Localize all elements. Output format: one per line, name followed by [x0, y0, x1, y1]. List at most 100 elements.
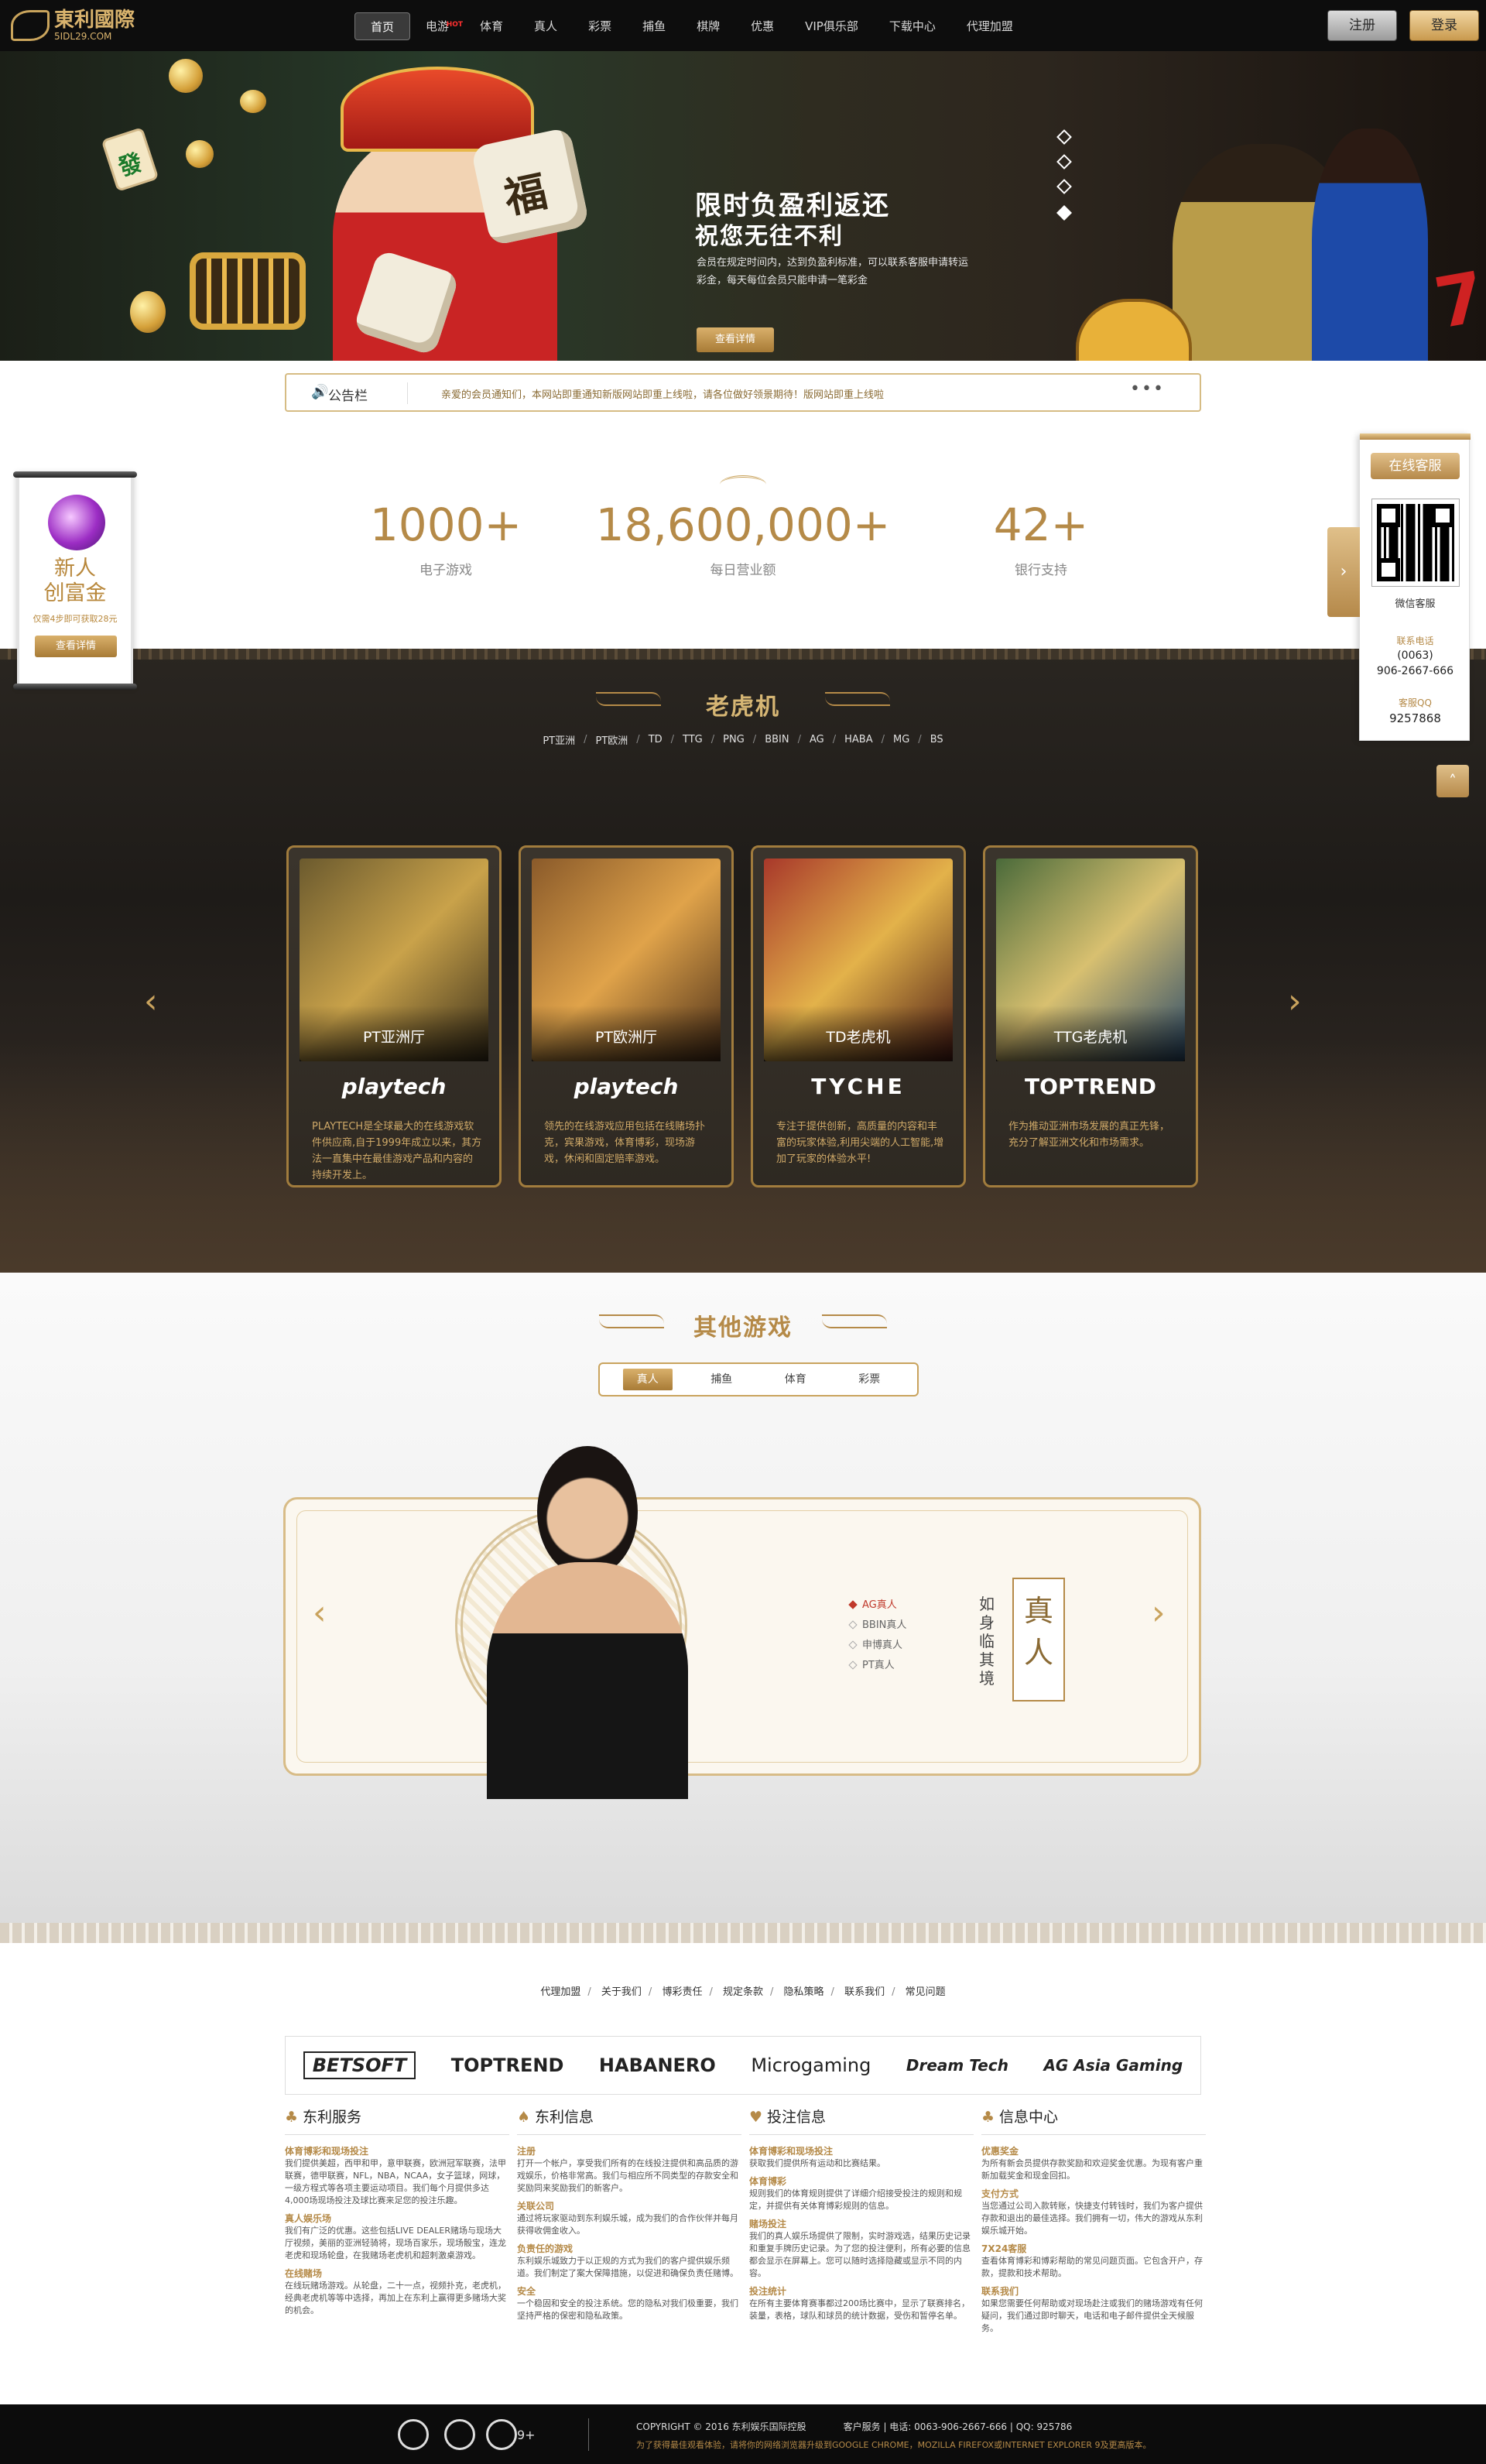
ad-title-line1: 新人 创富金 — [43, 557, 107, 605]
section-heading: 7X24客服 — [981, 2243, 1027, 2254]
section-heading: 体育博彩和现场投注 — [749, 2146, 834, 2157]
nav-label: 首页 — [371, 20, 395, 34]
spade-icon: ♠ — [517, 2109, 531, 2126]
banner-description: 会员在规定时间内，达到负盈利标准，可以联系客服申请转运彩金，每天每位会员只能申请… — [697, 257, 969, 286]
showcase-big-label: 真人 — [1012, 1578, 1065, 1701]
live-provider-item[interactable]: AG真人 — [848, 1596, 897, 1611]
live-provider-item[interactable]: PT真人 — [848, 1657, 895, 1671]
ad-details-button[interactable]: 查看详情 — [35, 636, 117, 657]
nav-download[interactable]: 下载中心 — [874, 12, 951, 40]
footer-link[interactable]: 隐私策略 — [784, 1986, 824, 1998]
column-title: 信息中心 — [999, 2109, 1059, 2126]
partner-logos: BETSOFT TOPTREND HABANERO Microgaming Dr… — [285, 2036, 1201, 2095]
nav-live[interactable]: 真人 — [519, 12, 573, 40]
footer-link[interactable]: 规定条款 — [723, 1986, 763, 1998]
footer-link[interactable]: 博彩责任 — [662, 1986, 702, 1998]
nav-cards[interactable]: 棋牌 — [681, 12, 735, 40]
nav-sports[interactable]: 体育 — [464, 12, 519, 40]
tab-fishing[interactable]: 捕鱼 — [697, 1369, 746, 1390]
firefox-browser-icon[interactable] — [444, 2419, 475, 2450]
collapse-panel-arrow-icon[interactable]: › — [1327, 527, 1360, 617]
footer-link[interactable]: 常见问题 — [906, 1986, 946, 1998]
nav-label: VIP俱乐部 — [805, 19, 858, 33]
provider-tab[interactable]: PNG — [714, 734, 753, 745]
nav-promotions[interactable]: 优惠 — [735, 12, 789, 40]
nav-vip[interactable]: VIP俱乐部 — [789, 12, 874, 40]
partner-logo: Dream Tech — [906, 2056, 1008, 2075]
provider-tab[interactable]: BS — [922, 734, 952, 745]
login-button[interactable]: 登录 — [1409, 10, 1479, 41]
showcase-prev-arrow-icon[interactable]: ‹ — [313, 1593, 327, 1633]
showcase-next-arrow-icon[interactable]: › — [1152, 1593, 1166, 1633]
tab-live[interactable]: 真人 — [622, 1369, 673, 1390]
footer-link[interactable]: 代理加盟 — [540, 1986, 580, 1998]
more-icon[interactable]: ••• — [1130, 379, 1165, 399]
nav-home[interactable]: 首页 — [354, 12, 411, 40]
ie-browser-icon[interactable] — [486, 2419, 517, 2450]
slot-card-td[interactable]: TD老虎机 TYCHE 专注于提供创新，高质量的内容和丰富的玩家体验,利用尖端的… — [751, 845, 966, 1187]
stat-games-value: 1000+ — [369, 499, 522, 551]
customer-service-panel: › 在线客服 微信客服 联系电话 (0063) 906-2667-666 客服Q… — [1327, 434, 1471, 741]
nav-electronic[interactable]: 电游 HOT — [410, 12, 464, 40]
online-service-button[interactable]: 在线客服 — [1371, 453, 1460, 479]
site-logo[interactable]: 東利國際 5IDL29.COM — [11, 6, 142, 45]
slide-indicator[interactable] — [1056, 154, 1072, 170]
slot-card-pt-europe[interactable]: PT欧洲厅 playtech 领先的在线游戏应用包括在线赌场扑克，宾果游戏，体育… — [519, 845, 734, 1187]
newbie-bonus-ad[interactable]: 新人 创富金 仅需4步即可获取28元 查看详情 — [13, 471, 137, 690]
chrome-browser-icon[interactable] — [398, 2419, 429, 2450]
panel-top-bar — [1360, 434, 1471, 440]
slide-indicator[interactable] — [1056, 179, 1072, 194]
column-title: 东利信息 — [535, 2109, 594, 2126]
hero-banner[interactable]: 發 福 限时负盈利返还 祝您无往不利 会员在规定时间内，达到负盈利标准，可以联系… — [0, 51, 1486, 361]
nav-label: 体育 — [480, 19, 504, 33]
coin-image — [130, 291, 166, 333]
other-games-tabs: 真人 捕鱼 体育 彩票 — [598, 1362, 919, 1396]
register-button[interactable]: 注册 — [1327, 10, 1397, 41]
section-text: 东利娱乐城致力于以正规的方式为我们的客户提供娱乐频道。我们制定了案大保障措施，以… — [517, 2256, 738, 2278]
partner-logo: Microgaming — [751, 2054, 871, 2076]
nav-lottery[interactable]: 彩票 — [573, 12, 627, 40]
provider-tab[interactable]: AG — [801, 734, 833, 745]
tab-lottery[interactable]: 彩票 — [844, 1369, 894, 1390]
provider-tab[interactable]: PT亚洲 — [534, 732, 584, 747]
gold-abacus-image — [190, 252, 306, 330]
live-provider-item[interactable]: 申博真人 — [848, 1636, 902, 1651]
back-to-top-icon[interactable]: ˄ — [1436, 765, 1469, 797]
wechat-qr-code — [1371, 499, 1460, 587]
provider-tab[interactable]: MG — [885, 734, 918, 745]
ie-version-label: 9+ — [517, 2428, 536, 2442]
section-heading: 真人娱乐场 — [285, 2213, 332, 2224]
title-ornament-right — [822, 1314, 887, 1328]
section-text: 当您通过公司入款转账，快捷支付转钱时，我们为客户提供存款和退出的最佳选择。我们拥… — [981, 2201, 1203, 2236]
hot-badge: HOT — [446, 21, 464, 29]
dice-image: 福 — [470, 126, 591, 247]
provider-tab[interactable]: TD — [640, 734, 671, 745]
slot-card-description: 作为推动亚洲市场发展的真正先锋，充分了解亚洲文化和市场需求。 — [1008, 1121, 1170, 1149]
provider-tab[interactable]: PT欧洲 — [587, 732, 637, 747]
section-text: 我们提供美超，西甲和甲，意甲联赛，欧洲冠军联赛，法甲联赛，德甲联赛，NFL，NB… — [285, 2158, 506, 2205]
nav-fishing[interactable]: 捕鱼 — [627, 12, 681, 40]
divider — [407, 382, 408, 404]
slots-prev-arrow-icon[interactable]: ‹ — [144, 982, 158, 1021]
slots-next-arrow-icon[interactable]: › — [1288, 982, 1302, 1021]
column-title: 投注信息 — [767, 2109, 827, 2126]
slide-indicator-active[interactable] — [1056, 205, 1072, 221]
banner-details-button[interactable]: 查看详情 — [697, 327, 774, 352]
provider-tab[interactable]: TTG — [674, 734, 711, 745]
live-provider-item[interactable]: BBIN真人 — [848, 1616, 906, 1631]
footer-link[interactable]: 关于我们 — [601, 1986, 642, 1998]
nav-agent[interactable]: 代理加盟 — [951, 12, 1029, 40]
club-icon: ♣ — [285, 2109, 299, 2126]
slot-card-ttg[interactable]: TTG老虎机 TOPTREND 作为推动亚洲市场发展的真正先锋，充分了解亚洲文化… — [983, 845, 1198, 1187]
provider-tab[interactable]: BBIN — [756, 734, 797, 745]
provider-tab[interactable]: HABA — [836, 734, 881, 745]
footer-links: 代理加盟 / 关于我们 / 博彩责任 / 规定条款 / 隐私策略 / 联系我们 / 常见问题 — [540, 1986, 946, 1998]
footer-link[interactable]: 联系我们 — [844, 1986, 885, 1998]
qq-label: 客服QQ — [1399, 697, 1432, 708]
slot-card-pt-asia[interactable]: PT亚洲厅 playtech PLAYTECH是全球最大的在线游戏软件供应商,自… — [286, 845, 502, 1187]
slot-card-description: PLAYTECH是全球最大的在线游戏软件供应商,自于1999年成立以来，其方法一… — [312, 1121, 482, 1181]
slide-indicator[interactable] — [1056, 129, 1072, 145]
announcement-text[interactable]: 亲爱的会员通知们，本网站即重通知新版网站即重上线啦，请各位做好领景期待！版网站即… — [441, 386, 884, 401]
partner-logo: HABANERO — [598, 2054, 716, 2076]
tab-sports[interactable]: 体育 — [771, 1369, 820, 1390]
